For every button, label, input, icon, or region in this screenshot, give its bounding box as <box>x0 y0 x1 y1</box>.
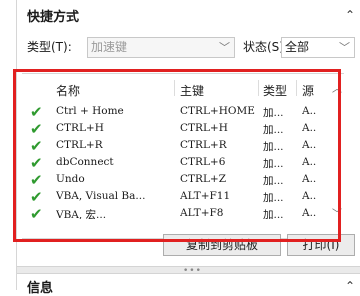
row-type: 加... <box>263 175 284 187</box>
row-source: A.. <box>302 122 317 134</box>
row-source: A.. <box>302 190 317 202</box>
row-key: ALT+F8 <box>180 207 224 219</box>
row-type: 加... <box>263 107 284 119</box>
panel-splitter[interactable]: ••• <box>17 266 360 276</box>
print-button[interactable]: 打印(I) <box>287 234 355 256</box>
checkmark-icon: ✔ <box>30 103 43 121</box>
column-divider[interactable] <box>258 80 259 96</box>
table-row[interactable]: ✔ VBA, 宏... ALT+F8 加... A.. <box>22 207 344 219</box>
type-select-value: 加速键 <box>91 40 128 54</box>
column-divider[interactable] <box>296 80 297 96</box>
table-row[interactable]: ✔ dbConnect CTRL+6 加... A.. <box>22 154 344 172</box>
row-key: CTRL+HOME <box>180 105 255 117</box>
row-source: A.. <box>302 156 317 168</box>
row-type: 加... <box>263 124 284 136</box>
collapse-chevron-icon[interactable]: ⌃ <box>345 279 355 293</box>
checkmark-icon: ✔ <box>30 171 43 189</box>
status-label: 状态(S) <box>243 40 284 54</box>
table-row[interactable]: ✔ Undo CTRL+Z 加... A.. <box>22 171 344 189</box>
vertical-scrollbar[interactable]: ︿ ﹀ <box>332 74 344 238</box>
collapse-chevron-icon[interactable]: ⌃ <box>345 8 355 22</box>
column-header-type[interactable]: 类型 <box>263 82 287 99</box>
row-type: 加... <box>263 192 284 204</box>
checkmark-icon: ✔ <box>30 188 43 206</box>
table-row[interactable]: ✔ CTRL+H CTRL+H 加... A.. <box>22 120 344 138</box>
row-name: Ctrl + Home <box>56 105 124 117</box>
checkmark-icon: ✔ <box>30 207 43 219</box>
row-name: CTRL+H <box>56 122 104 134</box>
row-name: VBA, 宏... <box>56 209 107 219</box>
row-name: VBA, Visual Ba... <box>56 190 146 202</box>
column-divider[interactable] <box>174 80 175 96</box>
row-key: CTRL+Z <box>180 173 227 185</box>
table-row[interactable]: ✔ Ctrl + Home CTRL+HOME 加... A.. <box>22 103 344 121</box>
chevron-down-icon: ﹀ <box>219 41 230 54</box>
grip-dots-icon: ••• <box>183 266 202 276</box>
checkmark-icon: ✔ <box>30 137 43 155</box>
row-type: 加... <box>263 158 284 170</box>
row-key: ALT+F11 <box>180 190 231 202</box>
status-select-value: 全部 <box>285 40 310 54</box>
chevron-down-icon: ﹀ <box>339 41 350 54</box>
info-panel-title: 信息 <box>27 281 54 296</box>
column-header-name[interactable]: 名称 <box>56 82 80 99</box>
checkmark-icon: ✔ <box>30 154 43 172</box>
row-name: CTRL+R <box>56 139 103 151</box>
row-source: A.. <box>302 139 317 151</box>
row-source: A.. <box>302 105 317 117</box>
scroll-down-arrow-icon[interactable]: ﹀ <box>332 205 342 220</box>
row-key: CTRL+R <box>180 139 227 151</box>
row-name: dbConnect <box>56 156 114 168</box>
type-label: 类型(T): <box>27 40 72 54</box>
row-source: A.. <box>302 173 317 185</box>
panel-title: 快捷方式 <box>27 10 80 25</box>
row-key: CTRL+6 <box>180 156 226 168</box>
table-row[interactable]: ✔ CTRL+R CTRL+R 加... A.. <box>22 137 344 155</box>
row-type: 加... <box>263 209 284 219</box>
type-select[interactable]: 加速键 ﹀ <box>87 37 235 58</box>
table-row[interactable]: ✔ VBA, Visual Ba... ALT+F11 加... A.. <box>22 188 344 206</box>
checkmark-icon: ✔ <box>30 120 43 138</box>
column-header-key[interactable]: 主键 <box>180 82 204 99</box>
status-select[interactable]: 全部 ﹀ <box>281 37 355 58</box>
shortcuts-panel: 快捷方式 ⌃ 类型(T): 加速键 ﹀ 状态(S) 全部 ﹀ 名称 主键 类型 … <box>16 0 360 296</box>
row-key: CTRL+H <box>180 122 228 134</box>
copy-to-clipboard-button[interactable]: 复制到剪贴板 <box>163 234 281 256</box>
column-header-source[interactable]: 源 <box>302 82 314 99</box>
shortcut-list[interactable]: 名称 主键 类型 源 ✔ Ctrl + Home CTRL+HOME 加... … <box>22 73 344 239</box>
row-name: Undo <box>56 173 85 185</box>
scroll-up-arrow-icon[interactable]: ︿ <box>332 80 342 95</box>
row-source: A.. <box>302 207 317 219</box>
row-type: 加... <box>263 141 284 153</box>
